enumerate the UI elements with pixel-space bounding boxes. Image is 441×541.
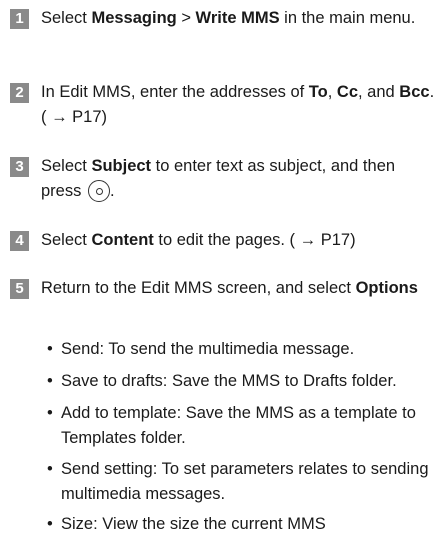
option-text: Save to drafts: Save the MMS to Drafts f… bbox=[61, 372, 397, 390]
bold-term: Options bbox=[355, 279, 418, 297]
text-run: , bbox=[327, 83, 337, 101]
option-text: Send setting: To set parameters relates … bbox=[61, 460, 429, 503]
bullet-icon: • bbox=[47, 515, 53, 533]
bold-term: Cc bbox=[336, 83, 358, 101]
text-run: Select bbox=[41, 9, 92, 27]
step-number-badge: 4 bbox=[10, 231, 29, 251]
text-run: in the main menu. bbox=[279, 9, 416, 27]
text-run: Select bbox=[41, 231, 92, 249]
step-text: Select Subject to enter text as subject,… bbox=[41, 154, 436, 204]
option-text: Size: View the size the current MMS bbox=[61, 515, 326, 533]
bold-term: Content bbox=[91, 231, 154, 249]
step-number-badge: 5 bbox=[10, 279, 29, 299]
text-run: . bbox=[109, 182, 115, 200]
select-key-icon bbox=[87, 180, 110, 202]
step-text: Select Content to edit the pages. ( → P1… bbox=[41, 228, 436, 253]
bold-term: Bcc bbox=[399, 83, 430, 101]
bold-term: Subject bbox=[91, 157, 152, 175]
bullet-icon: • bbox=[47, 340, 53, 358]
text-run: > bbox=[176, 9, 196, 27]
text-run: Return to the Edit MMS screen, and selec… bbox=[41, 279, 356, 297]
option-text: Send: To send the multimedia message. bbox=[61, 340, 355, 358]
option-text: Add to template: Save the MMS as a templ… bbox=[61, 404, 416, 447]
text-run: In Edit MMS, enter the addresses of bbox=[41, 83, 309, 101]
instruction-page: 1 Select Messaging > Write MMS in the ma… bbox=[0, 0, 441, 541]
step-text: In Edit MMS, enter the addresses of To , … bbox=[41, 80, 436, 130]
text-run: to edit the pages. ( → P17) bbox=[153, 231, 356, 249]
bold-term: Messaging bbox=[91, 9, 177, 27]
step-number-badge: 1 bbox=[10, 9, 29, 29]
step-number-badge: 2 bbox=[10, 83, 29, 103]
bold-term: To bbox=[308, 83, 328, 101]
bullet-icon: • bbox=[47, 404, 53, 422]
bullet-icon: • bbox=[47, 372, 53, 390]
step-text: Select Messaging > Write MMS in the main… bbox=[41, 6, 436, 31]
bold-term: Write MMS bbox=[195, 9, 280, 27]
text-run: Select bbox=[41, 157, 92, 175]
step-text: Return to the Edit MMS screen, and selec… bbox=[41, 276, 436, 301]
bullet-icon: • bbox=[47, 460, 53, 478]
step-number-badge: 3 bbox=[10, 157, 29, 177]
text-run: , and bbox=[358, 83, 400, 101]
